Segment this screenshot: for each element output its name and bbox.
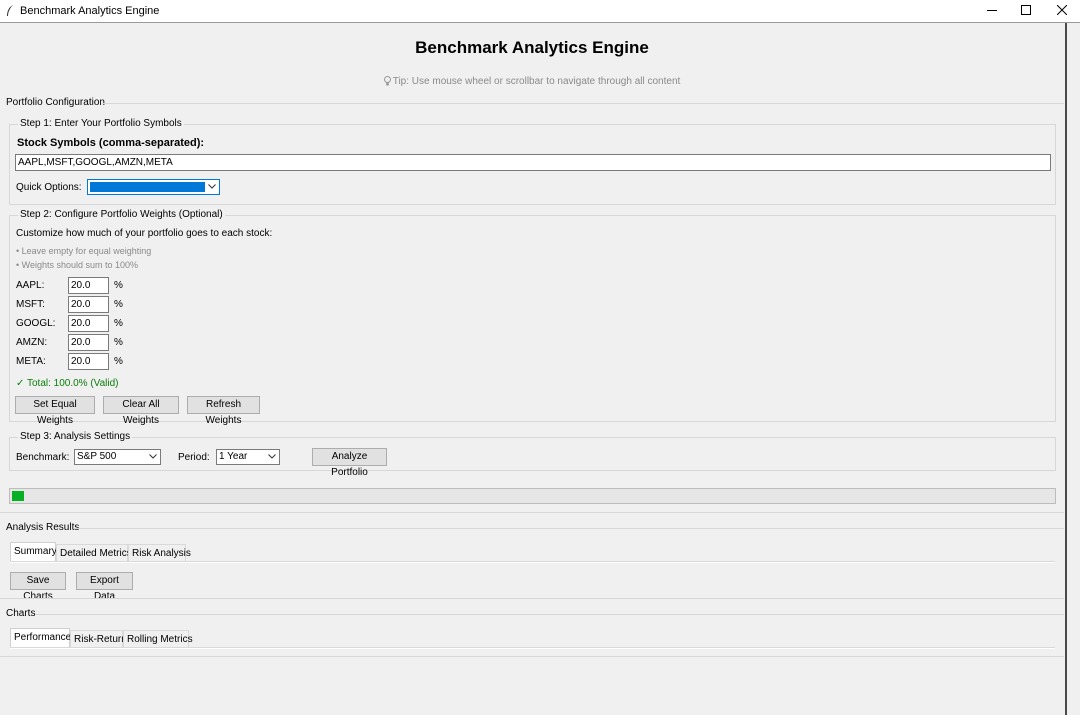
tab-panel-edge bbox=[10, 561, 1055, 563]
tab-rolling-metrics[interactable]: Rolling Metrics bbox=[123, 630, 193, 648]
tip-label: Tip: Use mouse wheel or scrollbar to nav… bbox=[392, 76, 681, 87]
charts-label: Charts bbox=[6, 608, 36, 619]
weight-input-amzn[interactable]: 20.0 bbox=[68, 334, 109, 351]
step2-label: Step 2: Configure Portfolio Weights (Opt… bbox=[18, 209, 225, 221]
weight-input-meta[interactable]: 20.0 bbox=[68, 353, 109, 370]
period-value: 1 Year bbox=[219, 451, 248, 462]
weights-hint-sum: • Weights should sum to 100% bbox=[16, 260, 139, 270]
weights-intro: Customize how much of your portfolio goe… bbox=[16, 228, 273, 239]
weight-input-googl[interactable]: 20.0 bbox=[68, 315, 109, 332]
section-divider bbox=[74, 528, 1064, 529]
lightbulb-icon bbox=[383, 76, 391, 86]
section-divider bbox=[0, 598, 1064, 599]
quick-options-select[interactable] bbox=[87, 179, 220, 195]
chevron-down-icon bbox=[268, 454, 276, 459]
quick-options-label: Quick Options: bbox=[16, 182, 82, 193]
refresh-weights-button[interactable]: Refresh Weights bbox=[187, 396, 260, 426]
symbols-input[interactable]: AAPL,MSFT,GOOGL,AMZN,META bbox=[15, 154, 1051, 171]
step1-group: Step 1: Enter Your Portfolio Symbols Sto… bbox=[9, 118, 1056, 205]
maximize-icon bbox=[1021, 5, 1031, 15]
percent-label: % bbox=[114, 337, 123, 348]
period-label: Period: bbox=[178, 452, 210, 463]
percent-label: % bbox=[114, 356, 123, 367]
save-charts-button[interactable]: Save Charts bbox=[10, 572, 66, 602]
set-equal-weights-button[interactable]: Set Equal Weights bbox=[15, 396, 95, 426]
benchmark-value: S&P 500 bbox=[77, 451, 117, 462]
weights-total-status: ✓ Total: 100.0% (Valid) bbox=[16, 378, 119, 389]
close-icon bbox=[1057, 5, 1067, 15]
feather-icon bbox=[7, 5, 13, 16]
benchmark-select[interactable]: S&P 500 bbox=[74, 449, 161, 465]
tab-performance[interactable]: Performance bbox=[10, 628, 71, 648]
section-divider bbox=[102, 103, 1064, 104]
window-title: Benchmark Analytics Engine bbox=[20, 5, 160, 17]
tab-panel-edge bbox=[10, 647, 1055, 649]
percent-label: % bbox=[114, 318, 123, 329]
export-data-button[interactable]: Export Data bbox=[76, 572, 133, 602]
weight-label-meta: META: bbox=[16, 356, 46, 367]
step3-label: Step 3: Analysis Settings bbox=[18, 431, 133, 443]
weight-label-aapl: AAPL: bbox=[16, 280, 45, 291]
step1-label: Step 1: Enter Your Portfolio Symbols bbox=[18, 118, 184, 130]
benchmark-label: Benchmark: bbox=[16, 452, 70, 463]
charts-tabbar: Performance Risk-Return Rolling Metrics bbox=[10, 628, 1055, 652]
step3-group: Step 3: Analysis Settings Benchmark: S&P… bbox=[9, 431, 1056, 478]
weight-input-aapl[interactable]: 20.0 bbox=[68, 277, 109, 294]
scrollable-content[interactable]: Benchmark Analytics Engine Tip: Use mous… bbox=[0, 23, 1067, 715]
tab-detailed-metrics[interactable]: Detailed Metrics bbox=[56, 544, 132, 562]
weight-label-amzn: AMZN: bbox=[16, 337, 48, 348]
percent-label: % bbox=[114, 299, 123, 310]
analysis-progress-bar bbox=[9, 488, 1056, 504]
analyze-portfolio-button[interactable]: Analyze Portfolio bbox=[312, 448, 387, 478]
analysis-results-label: Analysis Results bbox=[6, 522, 80, 533]
progress-fill bbox=[12, 491, 24, 501]
weight-input-msft[interactable]: 20.0 bbox=[68, 296, 109, 313]
minimize-button[interactable] bbox=[974, 0, 1010, 22]
chevron-down-icon bbox=[208, 184, 216, 189]
weight-label-googl: GOOGL: bbox=[16, 318, 56, 329]
weight-label-msft: MSFT: bbox=[16, 299, 45, 310]
percent-label: % bbox=[114, 280, 123, 291]
section-divider bbox=[36, 614, 1064, 615]
weights-hint-equal: • Leave empty for equal weighting bbox=[16, 246, 152, 256]
tip-text: Tip: Use mouse wheel or scrollbar to nav… bbox=[0, 76, 1064, 87]
clear-all-weights-button[interactable]: Clear All Weights bbox=[103, 396, 179, 426]
window-titlebar[interactable]: Benchmark Analytics Engine bbox=[0, 0, 1080, 23]
quick-options-selection bbox=[90, 182, 205, 192]
maximize-button[interactable] bbox=[1008, 0, 1044, 22]
portfolio-configuration-label: Portfolio Configuration bbox=[6, 97, 105, 108]
close-button[interactable] bbox=[1044, 0, 1080, 22]
minimize-icon bbox=[987, 10, 997, 11]
period-select[interactable]: 1 Year bbox=[216, 449, 280, 465]
section-divider bbox=[0, 512, 1064, 513]
step2-group: Step 2: Configure Portfolio Weights (Opt… bbox=[9, 209, 1056, 426]
chevron-down-icon bbox=[149, 454, 157, 459]
tab-risk-analysis[interactable]: Risk Analysis bbox=[128, 544, 191, 562]
symbols-label: Stock Symbols (comma-separated): bbox=[17, 137, 205, 149]
results-tabbar: Summary Detailed Metrics Risk Analysis bbox=[10, 542, 1055, 566]
section-divider bbox=[0, 656, 1064, 657]
tab-risk-return[interactable]: Risk-Return bbox=[70, 630, 127, 648]
tab-summary[interactable]: Summary bbox=[10, 542, 57, 562]
page-title: Benchmark Analytics Engine bbox=[415, 38, 649, 57]
